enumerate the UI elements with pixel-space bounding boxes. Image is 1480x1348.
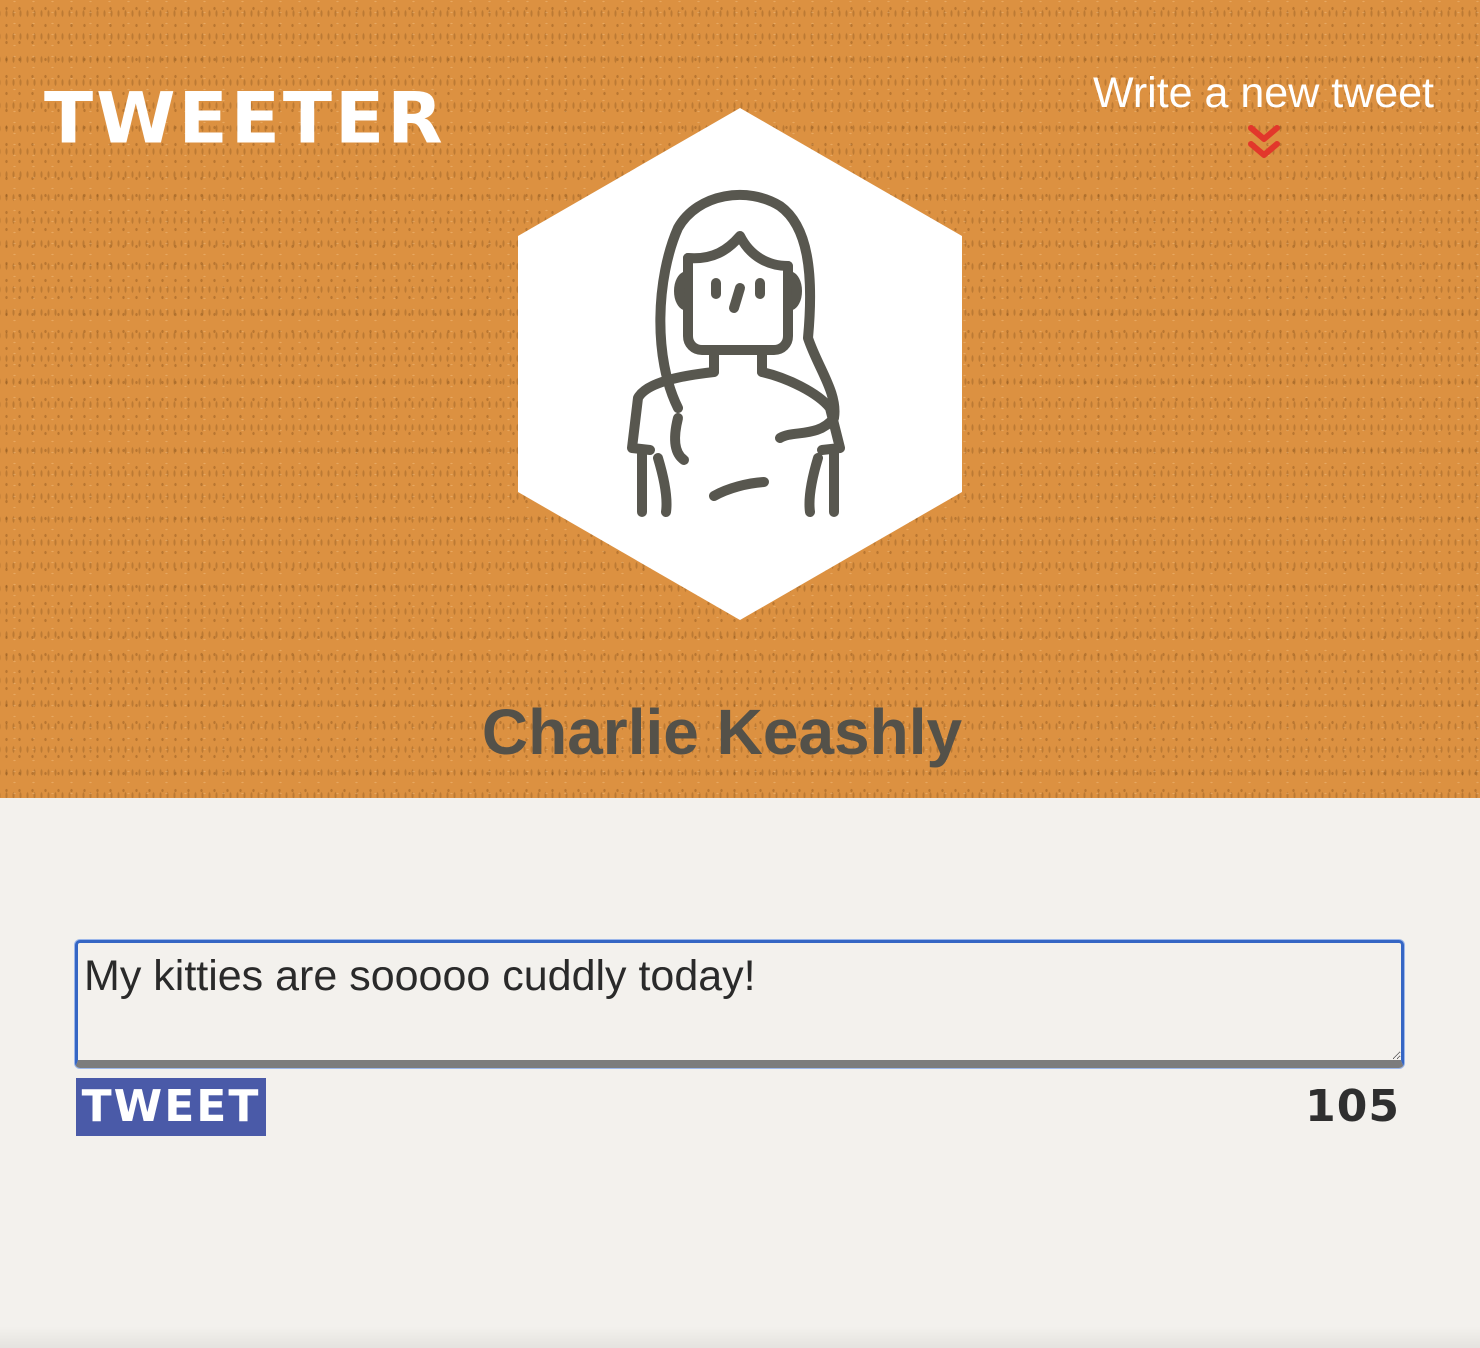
composer-footer: TWEET 105 bbox=[75, 1078, 1404, 1136]
character-counter: 105 bbox=[1305, 1081, 1400, 1132]
brand-logo[interactable]: TWEETER bbox=[44, 79, 446, 157]
profile-header: TWEETER Write a new tweet Charlie Keashl… bbox=[0, 0, 1480, 798]
tweet-input[interactable]: My kitties are sooooo cuddly today! bbox=[75, 940, 1404, 1068]
profile-name: Charlie Keashly bbox=[481, 696, 963, 768]
tweet-composer: My kitties are sooooo cuddly today! TWEE… bbox=[75, 940, 1404, 1136]
avatar bbox=[518, 108, 962, 620]
compose-toggle-label[interactable]: Write a new tweet bbox=[1074, 68, 1434, 118]
double-chevron-down-icon[interactable] bbox=[1247, 124, 1281, 164]
user-avatar-icon bbox=[518, 108, 962, 620]
compose-toggle-button[interactable]: Write a new tweet bbox=[1074, 68, 1434, 164]
page-bottom-shade bbox=[0, 1326, 1480, 1348]
tweet-submit-button[interactable]: TWEET bbox=[76, 1078, 266, 1136]
